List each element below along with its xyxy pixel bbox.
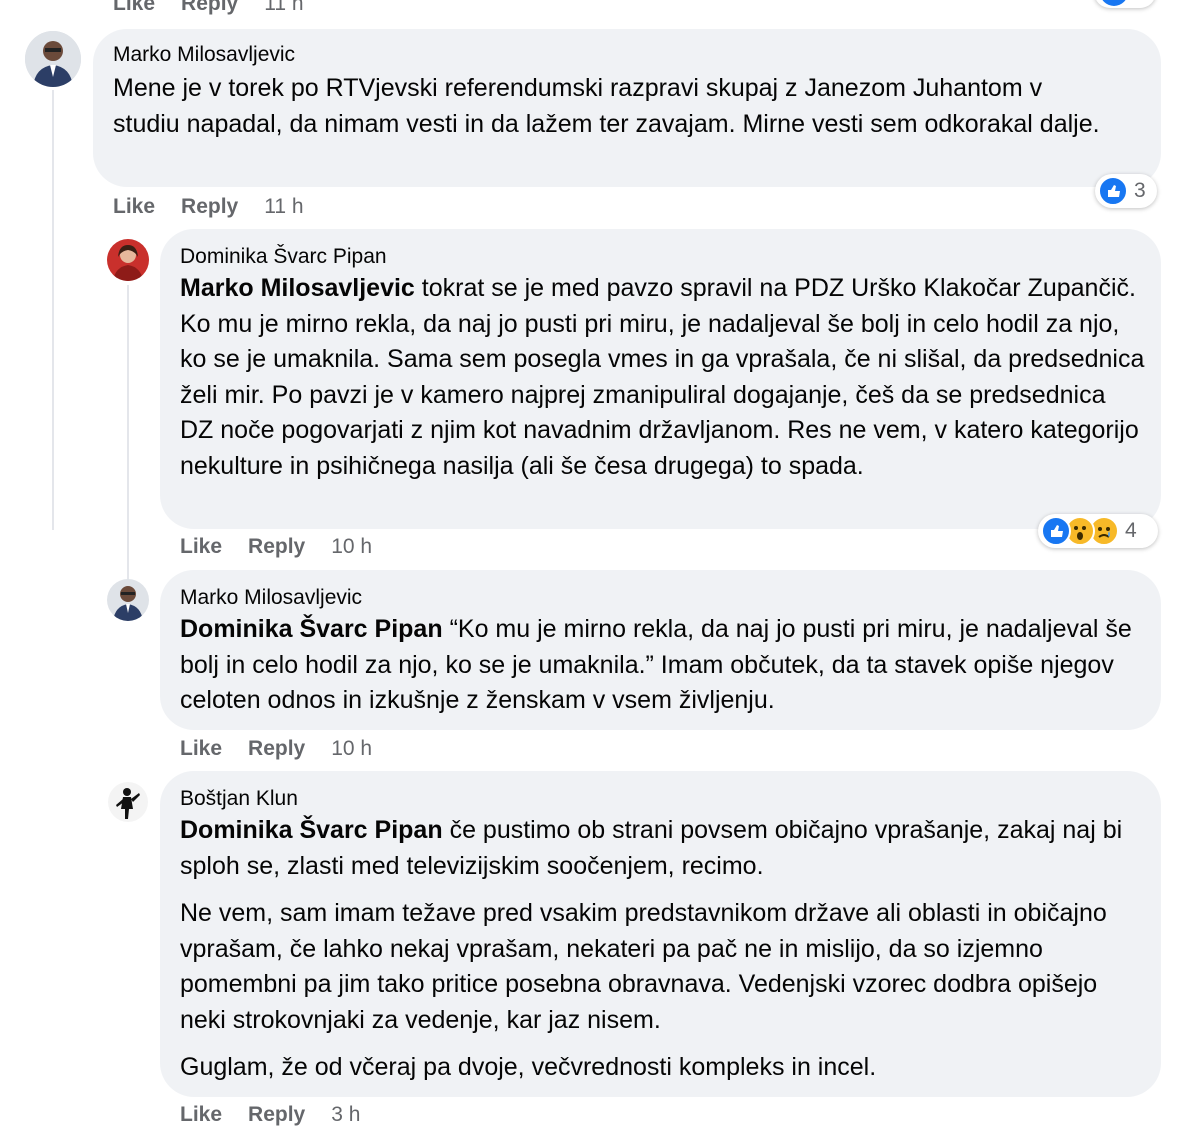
like-icon — [1098, 176, 1128, 206]
reply-button[interactable]: Reply — [181, 195, 238, 218]
comment-text-content: Mene je v torek po RTVjevski referendums… — [113, 74, 1100, 138]
timestamp[interactable]: 11 h — [264, 0, 303, 15]
timestamp[interactable]: 3 h — [331, 1103, 360, 1126]
comment-text: Dominika Švarc Pipan če pustimo ob stran… — [180, 813, 1145, 1086]
timestamp[interactable]: 10 h — [331, 737, 372, 760]
comment-text-content: tokrat se je med pavzo spravil na PDZ Ur… — [180, 274, 1145, 480]
like-icon — [1041, 516, 1071, 546]
top-comment-actions: Like Reply 11 h — [113, 0, 304, 16]
mention-link[interactable]: Marko Milosavljevic — [180, 274, 415, 302]
avatar[interactable] — [107, 579, 149, 621]
timestamp[interactable]: 10 h — [331, 535, 372, 558]
reaction-summary[interactable]: 4 — [1038, 514, 1158, 548]
comment-author[interactable]: Boštjan Klun — [180, 787, 298, 811]
reaction-count: 4 — [1125, 519, 1137, 542]
reaction-pill-partial[interactable] — [1094, 0, 1156, 8]
like-button[interactable]: Like — [180, 535, 222, 558]
like-button[interactable]: Like — [113, 195, 155, 218]
comment-text: Dominika Švarc Pipan “Ko mu je mirno rek… — [180, 612, 1145, 719]
comment-actions: Like Reply 3 h — [180, 1103, 360, 1127]
comment-text: Marko Milosavljevic tokrat se je med pav… — [180, 271, 1145, 484]
reply-button[interactable]: Reply — [181, 0, 238, 15]
reaction-count: 3 — [1134, 179, 1146, 202]
person-avatar-icon — [25, 31, 81, 87]
avatar[interactable] — [107, 781, 149, 823]
avatar[interactable] — [107, 239, 149, 281]
mention-link[interactable]: Dominika Švarc Pipan — [180, 816, 443, 844]
thread-line — [127, 285, 129, 585]
thread-line — [52, 90, 54, 530]
reply-button[interactable]: Reply — [248, 1103, 305, 1126]
comment-actions: Like Reply 10 h — [180, 737, 372, 761]
timestamp[interactable]: 11 h — [264, 195, 303, 218]
comment-paragraph: Ne vem, sam imam težave pred vsakim pred… — [180, 899, 1107, 1034]
like-icon — [1100, 0, 1128, 6]
mention-link[interactable]: Dominika Švarc Pipan — [180, 615, 443, 643]
person-avatar-icon — [107, 239, 149, 281]
comment-author[interactable]: Dominika Švarc Pipan — [180, 245, 387, 269]
comment-text: Mene je v torek po RTVjevski referendums… — [113, 71, 1113, 142]
comment-paragraph: Guglam, že od včeraj pa dvoje, večvredno… — [180, 1053, 877, 1081]
reaction-summary[interactable]: 3 — [1095, 174, 1157, 208]
comment-paragraph: Dominika Švarc Pipan če pustimo ob stran… — [180, 813, 1145, 884]
comment-author[interactable]: Marko Milosavljevic — [180, 586, 362, 610]
reply-button[interactable]: Reply — [248, 737, 305, 760]
reply-button[interactable]: Reply — [248, 535, 305, 558]
comment-actions: Like Reply 11 h — [113, 195, 304, 219]
comment-actions: Like Reply 10 h — [180, 535, 372, 559]
like-button[interactable]: Like — [180, 737, 222, 760]
like-button[interactable]: Like — [180, 1103, 222, 1126]
person-avatar-icon — [107, 579, 149, 621]
like-button[interactable]: Like — [113, 0, 155, 15]
silhouette-avatar-icon — [107, 781, 149, 823]
comment-author[interactable]: Marko Milosavljevic — [113, 43, 295, 67]
avatar[interactable] — [25, 31, 81, 87]
